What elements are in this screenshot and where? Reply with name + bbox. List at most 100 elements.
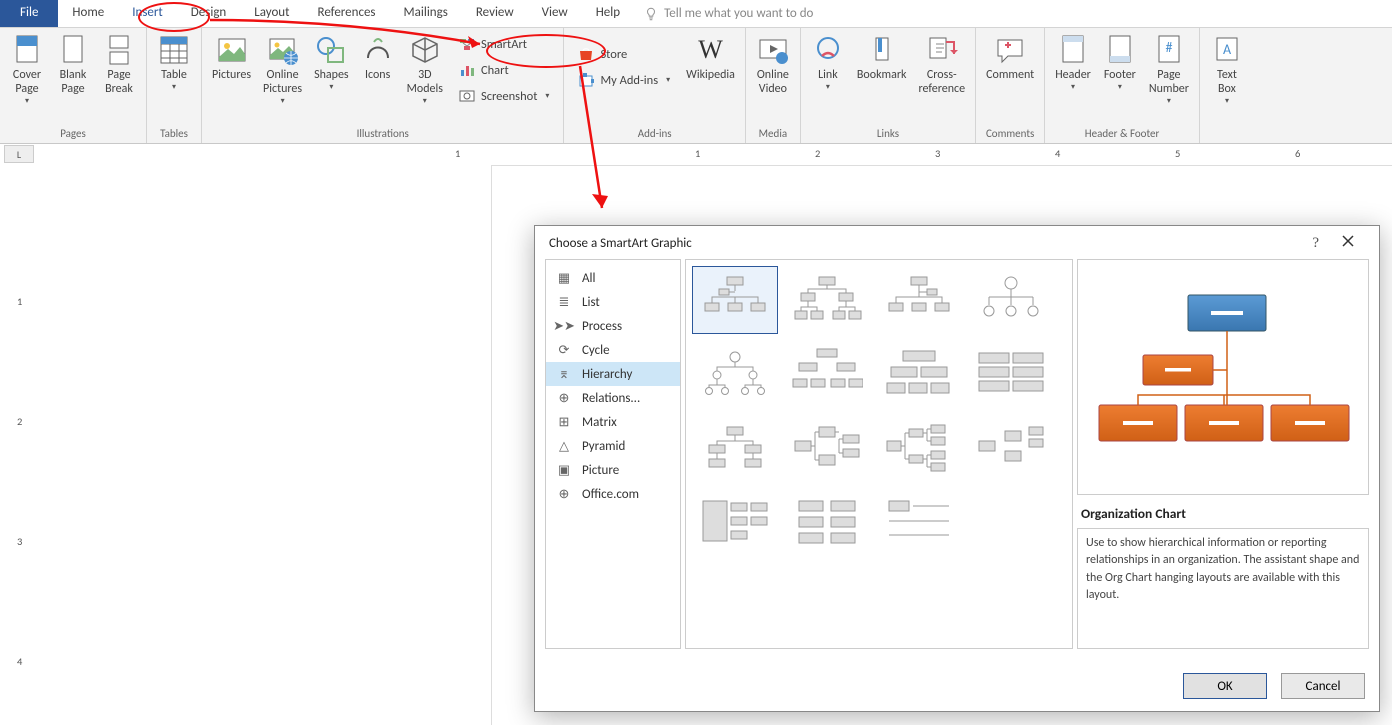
thumb-hierarchy-8[interactable] xyxy=(968,340,1054,408)
preview-panel: Organization Chart Use to show hierarchi… xyxy=(1077,259,1369,649)
shapes-icon xyxy=(315,34,347,66)
group-pages: Cover Page▾ Blank Page Page Break Pages xyxy=(0,28,147,143)
group-label-comments: Comments xyxy=(980,125,1040,143)
table-button[interactable]: Table▾ xyxy=(151,30,197,92)
thumb-hierarchy-10[interactable] xyxy=(784,414,870,482)
thumb-hierarchy-6[interactable] xyxy=(784,340,870,408)
shapes-button[interactable]: Shapes▾ xyxy=(308,30,355,92)
thumb-hierarchy-5[interactable] xyxy=(692,340,778,408)
category-list: ▦All ≣List ➤➤Process ⟳Cycle ⌆Hierarchy ⊕… xyxy=(545,259,681,649)
text-box-icon: A xyxy=(1211,34,1243,66)
tab-file[interactable]: File xyxy=(0,0,58,27)
thumb-hierarchy-13[interactable] xyxy=(692,488,778,556)
category-hierarchy[interactable]: ⌆Hierarchy xyxy=(546,362,680,386)
group-label-pages: Pages xyxy=(4,125,142,143)
group-media: Online Video Media xyxy=(746,28,801,143)
svg-text:#: # xyxy=(1165,39,1172,56)
group-label-addins: Add-ins xyxy=(568,125,740,143)
dialog-close-button[interactable] xyxy=(1331,234,1365,253)
ruler-left-indicator[interactable]: L xyxy=(4,145,34,163)
dialog-title: Choose a SmartArt Graphic xyxy=(549,236,692,251)
close-icon xyxy=(1341,234,1355,248)
ok-button[interactable]: OK xyxy=(1183,673,1267,699)
category-cycle[interactable]: ⟳Cycle xyxy=(546,338,680,362)
cover-page-button[interactable]: Cover Page▾ xyxy=(4,30,50,106)
preview-title: Organization Chart xyxy=(1077,495,1369,528)
my-addins-button[interactable]: My Add-ins▾ xyxy=(572,68,676,92)
icons-button[interactable]: Icons xyxy=(355,30,401,82)
thumb-org-chart[interactable] xyxy=(692,266,778,334)
thumb-hierarchy-7[interactable] xyxy=(876,340,962,408)
group-label-illustrations: Illustrations xyxy=(206,125,559,143)
header-button[interactable]: Header▾ xyxy=(1049,30,1097,92)
group-tables: Table▾ Tables xyxy=(147,28,202,143)
vertical-ruler[interactable]: 1 2 3 4 xyxy=(14,175,32,715)
category-process[interactable]: ➤➤Process xyxy=(546,314,680,338)
chart-button[interactable]: Chart xyxy=(453,58,555,82)
cross-reference-button[interactable]: Cross- reference xyxy=(913,30,972,96)
thumb-hierarchy-4[interactable] xyxy=(968,266,1054,334)
cover-page-icon xyxy=(11,34,43,66)
comment-button[interactable]: Comment xyxy=(980,30,1040,82)
addins-icon xyxy=(578,72,594,88)
thumb-hierarchy-2[interactable] xyxy=(784,266,870,334)
footer-icon xyxy=(1104,34,1136,66)
group-label-tables: Tables xyxy=(151,125,197,143)
category-list[interactable]: ≣List xyxy=(546,290,680,314)
pyramid-icon: △ xyxy=(556,438,572,454)
tab-insert[interactable]: Insert xyxy=(118,0,177,27)
thumb-hierarchy-12[interactable] xyxy=(968,414,1054,482)
horizontal-ruler[interactable]: 1 1 2 3 4 5 6 xyxy=(455,144,1392,164)
tab-home[interactable]: Home xyxy=(58,0,118,27)
group-label-text xyxy=(1204,138,1250,143)
3d-models-button[interactable]: 3D Models▾ xyxy=(401,30,449,106)
tab-view[interactable]: View xyxy=(528,0,582,27)
smartart-button[interactable]: SmartArt xyxy=(453,32,555,56)
pictures-button[interactable]: Pictures xyxy=(206,30,257,82)
matrix-icon: ⊞ xyxy=(556,414,572,430)
cube-icon xyxy=(409,34,441,66)
category-pyramid[interactable]: △Pyramid xyxy=(546,434,680,458)
thumb-hierarchy-9[interactable] xyxy=(692,414,778,482)
thumb-hierarchy-11[interactable] xyxy=(876,414,962,482)
page-break-button[interactable]: Page Break xyxy=(96,30,142,96)
category-relationship[interactable]: ⊕Relations... xyxy=(546,386,680,410)
online-video-button[interactable]: Online Video xyxy=(750,30,796,96)
cancel-button[interactable]: Cancel xyxy=(1281,673,1365,699)
text-box-button[interactable]: A Text Box▾ xyxy=(1204,30,1250,106)
category-office[interactable]: ⊕Office.com xyxy=(546,482,680,506)
menu-tabs: File Home Insert Design Layout Reference… xyxy=(0,0,1392,28)
category-picture[interactable]: ▣Picture xyxy=(546,458,680,482)
icons-icon xyxy=(362,34,394,66)
thumb-hierarchy-15[interactable] xyxy=(876,488,962,556)
page-number-button[interactable]: # Page Number▾ xyxy=(1143,30,1195,106)
table-icon xyxy=(158,34,190,66)
tab-help[interactable]: Help xyxy=(582,0,634,27)
group-text: A Text Box▾ xyxy=(1200,28,1254,143)
category-matrix[interactable]: ⊞Matrix xyxy=(546,410,680,434)
link-button[interactable]: Link▾ xyxy=(805,30,851,92)
bookmark-button[interactable]: Bookmark xyxy=(851,30,913,82)
store-button[interactable]: Store xyxy=(572,42,676,66)
footer-button[interactable]: Footer▾ xyxy=(1097,30,1143,92)
category-all[interactable]: ▦All xyxy=(546,266,680,290)
thumb-hierarchy-14[interactable] xyxy=(784,488,870,556)
tab-design[interactable]: Design xyxy=(177,0,240,27)
blank-page-button[interactable]: Blank Page xyxy=(50,30,96,96)
tell-me-search[interactable]: Tell me what you want to do xyxy=(634,0,823,27)
tab-references[interactable]: References xyxy=(304,0,390,27)
dialog-help-button[interactable]: ? xyxy=(1300,235,1331,252)
online-pictures-button[interactable]: Online Pictures▾ xyxy=(257,30,308,106)
tell-me-placeholder: Tell me what you want to do xyxy=(664,6,813,21)
thumb-hierarchy-3[interactable] xyxy=(876,266,962,334)
screenshot-button[interactable]: Screenshot▾ xyxy=(453,84,555,108)
process-icon: ➤➤ xyxy=(556,318,572,334)
globe-icon: ⊕ xyxy=(556,486,572,502)
group-addins: Store My Add-ins▾ W Wikipedia Add-ins xyxy=(564,28,745,143)
tab-layout[interactable]: Layout xyxy=(240,0,303,27)
tab-review[interactable]: Review xyxy=(462,0,528,27)
tab-mailings[interactable]: Mailings xyxy=(390,0,462,27)
pictures-icon xyxy=(216,34,248,66)
wikipedia-button[interactable]: W Wikipedia xyxy=(680,30,741,82)
video-icon xyxy=(757,34,789,66)
